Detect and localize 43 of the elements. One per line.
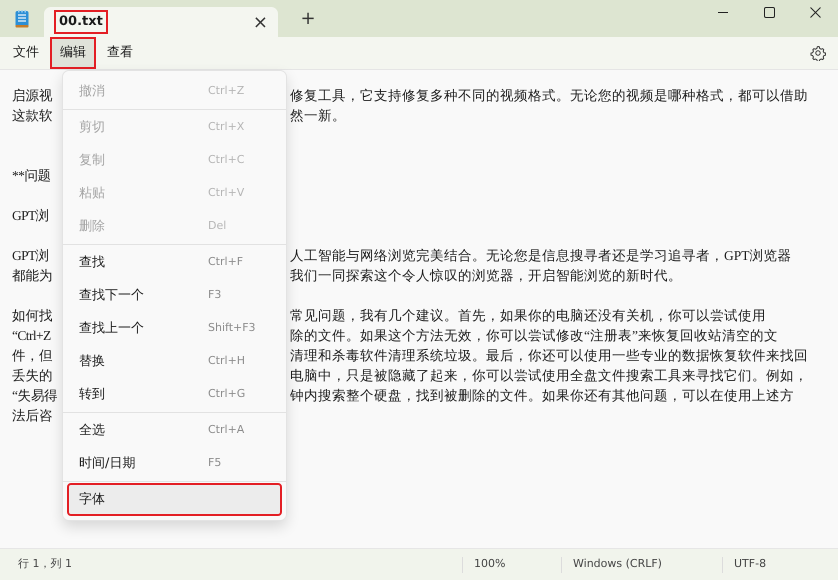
menu-option[interactable]: 查找 Ctrl+F [67, 246, 282, 279]
close-tab-button[interactable]: × [252, 8, 268, 36]
text-line: “失易得 [12, 388, 58, 403]
text-line: 都能为 [12, 268, 52, 283]
menu-option[interactable]: 时间/日期 F5 [67, 447, 282, 480]
text-line: 清理和杀毒软件清理系统垃圾。最后，你还可以使用一些专业的数据恢复软件来找回 [289, 347, 808, 365]
notepad-icon [15, 10, 29, 28]
menu-item[interactable]: 编辑 [50, 37, 96, 69]
text-line: GPT浏 [12, 248, 50, 263]
settings-icon[interactable] [810, 44, 826, 61]
cursor-position: 行 1，列 1 [17, 556, 73, 572]
text-line: GPT浏 [12, 208, 50, 223]
menu-option[interactable]: 查找上一个 Shift+F3 [67, 312, 282, 345]
encoding: UTF-8 [733, 556, 768, 572]
text-line: 常见问题，我有几个建议。首先，如果你的电脑还没有关机，你可以尝试使用 [289, 307, 766, 325]
text-line: 我们一同探索这个令人惊叹的浏览器，开启智能浏览的新时代。 [289, 267, 682, 285]
menu-option[interactable]: 字体 [67, 483, 282, 516]
text-line: 电脑中，只是被隐藏了起来，你可以尝试使用全盘文件搜索工具来寻找它们。例如， [289, 367, 808, 385]
file-tab[interactable]: 00.txt × [44, 7, 278, 37]
menu-option[interactable]: 替换 Ctrl+H [67, 345, 282, 378]
text-line: 启源视 [12, 88, 52, 103]
new-tab-button[interactable]: + [278, 4, 338, 33]
text-line: 这款软 [12, 108, 52, 123]
text-line: 件，但 [12, 348, 52, 363]
menu-item[interactable]: 文件 [4, 38, 48, 68]
menu-option[interactable]: 全选 Ctrl+A [67, 414, 282, 447]
text-line: 人工智能与网络浏览完美结合。无论您是信息搜寻者还是学习追寻者，GPT浏览器 [289, 247, 792, 265]
line-ending: Windows (CRLF) [572, 556, 663, 572]
zoom-level: 100% [473, 556, 506, 572]
menu-item[interactable]: 查看 [98, 38, 142, 68]
menu-option[interactable]: 转到 Ctrl+G [67, 378, 282, 411]
text-line: 丢失的 [12, 368, 52, 383]
close-icon[interactable] [810, 6, 820, 18]
text-line: 如何找 [12, 308, 52, 323]
text-line: **问题 [12, 168, 52, 183]
text-line: 钟内搜索整个硬盘，找到被删除的文件。如果你还有其他问题，可以在使用上述方 [289, 387, 794, 405]
menu-option[interactable]: 查找下一个 F3 [67, 279, 282, 312]
text-line: 然一新。 [289, 107, 346, 125]
text-line: 修复工具，它支持修复多种不同的视频格式。无论您的视频是哪种格式，都可以借助 [289, 87, 808, 105]
text-line: 除的文件。如果这个方法无效，你可以尝试修改“注册表”来恢复回收站清空的文 [289, 327, 778, 345]
text-line: “Ctrl+Z [12, 328, 51, 343]
text-line: 法后咨 [12, 408, 52, 423]
maximize-icon[interactable] [764, 6, 774, 18]
